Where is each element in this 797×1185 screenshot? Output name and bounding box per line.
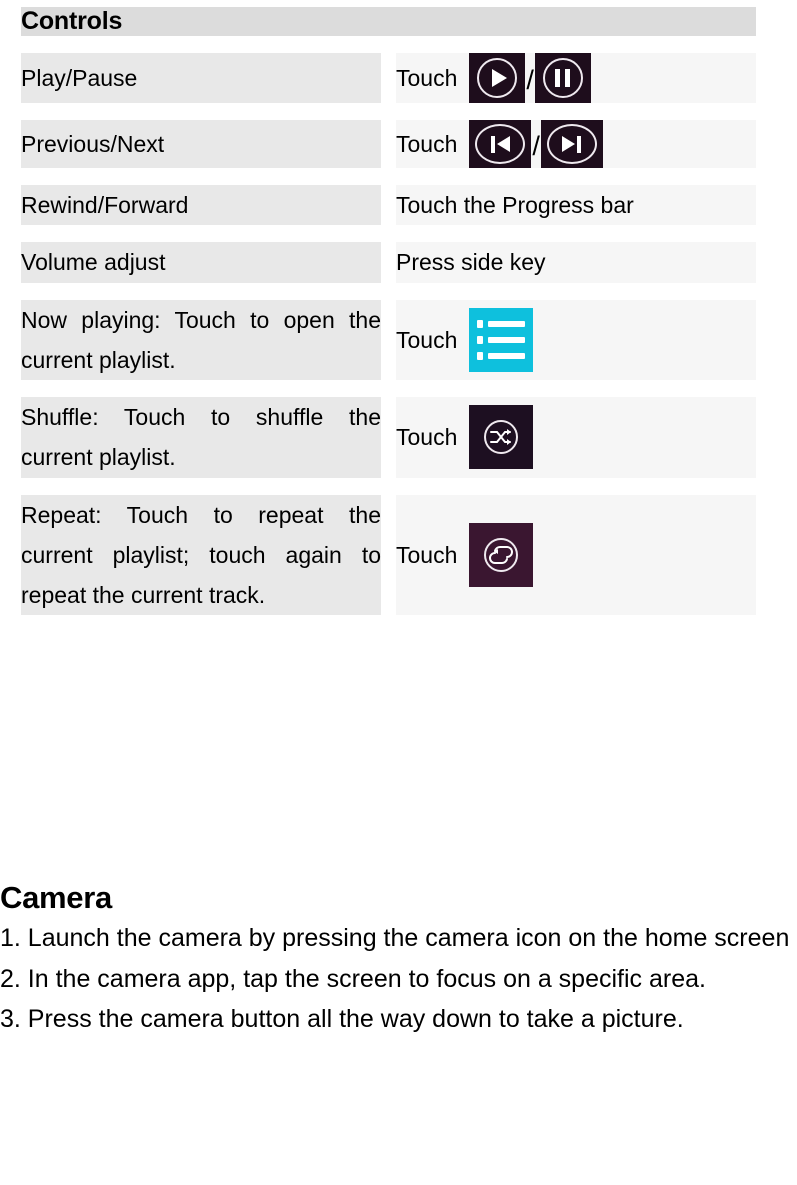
repeat-icon[interactable] [469, 522, 534, 587]
cell-action-repeat: Repeat: Touch to repeat the current play… [21, 494, 381, 616]
table-row: Now playing: Touch to open the current p… [21, 299, 756, 380]
camera-step-1: 1. Launch the camera by pressing the cam… [0, 924, 790, 952]
previous-track-icon[interactable] [469, 120, 532, 168]
camera-step-3: 3. Press the camera button all the way d… [0, 1005, 684, 1033]
cell-action-play-pause: Play/Pause [21, 53, 381, 103]
play-pause-icon-pair: / [469, 53, 591, 103]
table-row: Rewind/Forward Touch the Progress bar [21, 185, 756, 226]
cell-instruction-previous-next: Touch / [396, 120, 756, 168]
shuffle-icon[interactable] [469, 405, 534, 470]
table-header-row: Controls [21, 7, 756, 36]
icon-separator: / [526, 64, 534, 95]
playlist-icon[interactable] [469, 307, 534, 372]
cell-action-volume-adjust: Volume adjust [21, 242, 381, 283]
play-icon[interactable] [469, 53, 526, 103]
icon-separator: / [532, 130, 540, 161]
camera-heading: Camera [0, 880, 112, 915]
previous-next-icon-pair: / [469, 120, 603, 168]
cell-instruction-rewind-forward: Touch the Progress bar [396, 185, 756, 226]
cell-instruction-repeat: Touch [396, 494, 756, 616]
cell-action-shuffle: Shuffle: Touch to shuffle the current pl… [21, 397, 381, 478]
camera-section: Camera 1. Launch the camera by pressing … [0, 880, 797, 1040]
touch-label: Touch [396, 541, 458, 568]
touch-label: Touch [396, 326, 458, 353]
cell-instruction-now-playing: Touch [396, 299, 756, 380]
camera-step-2: 2. In the camera app, tap the screen to … [0, 964, 706, 993]
touch-label: Touch [396, 424, 458, 451]
table-header-controls: Controls [21, 7, 756, 36]
touch-label: Touch [396, 130, 458, 157]
cell-instruction-play-pause: Touch / [396, 53, 756, 103]
pause-icon[interactable] [534, 53, 591, 103]
cell-action-rewind-forward: Rewind/Forward [21, 185, 381, 226]
cell-instruction-shuffle: Touch [396, 397, 756, 478]
table-row: Play/Pause Touch / [21, 53, 756, 103]
table-row: Shuffle: Touch to shuffle the current pl… [21, 397, 756, 478]
controls-table: Controls Play/Pause Touch / Previous/Nex… [6, 0, 771, 632]
cell-action-previous-next: Previous/Next [21, 120, 381, 168]
next-track-icon[interactable] [540, 120, 603, 168]
table-row: Volume adjust Press side key [21, 242, 756, 283]
touch-label: Touch [396, 64, 458, 91]
table-row: Repeat: Touch to repeat the current play… [21, 494, 756, 616]
cell-instruction-volume-adjust: Press side key [396, 242, 756, 283]
cell-action-now-playing: Now playing: Touch to open the current p… [21, 299, 381, 380]
table-row: Previous/Next Touch / [21, 120, 756, 168]
